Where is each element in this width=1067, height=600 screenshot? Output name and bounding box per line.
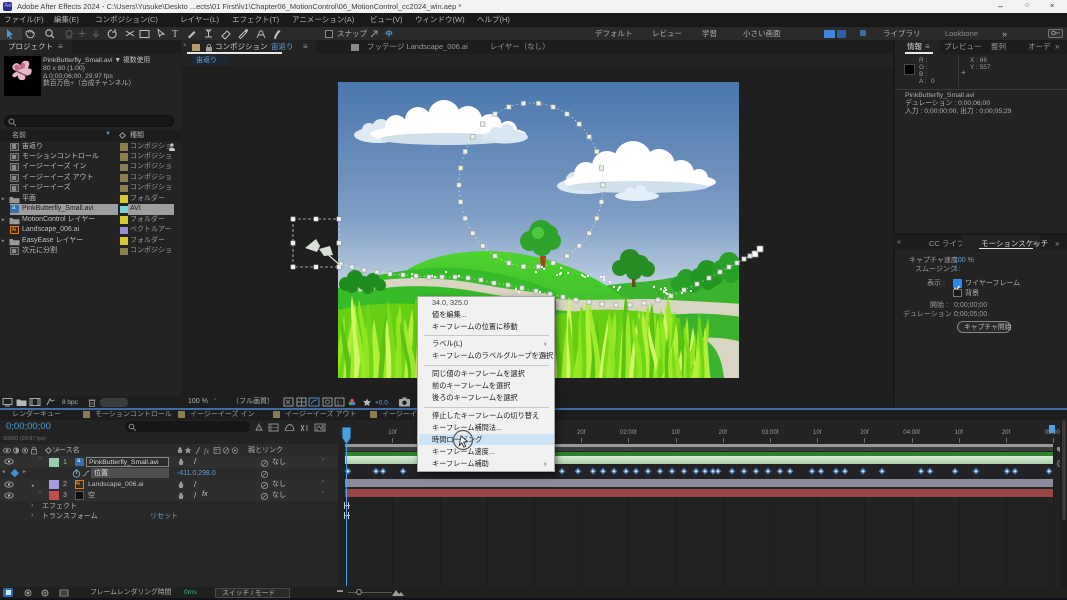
svg-text:+0.0: +0.0: [375, 399, 388, 406]
svg-text:T: T: [172, 29, 178, 40]
svg-text:1:: 1:: [337, 400, 342, 406]
svg-text:fx: fx: [204, 447, 210, 455]
